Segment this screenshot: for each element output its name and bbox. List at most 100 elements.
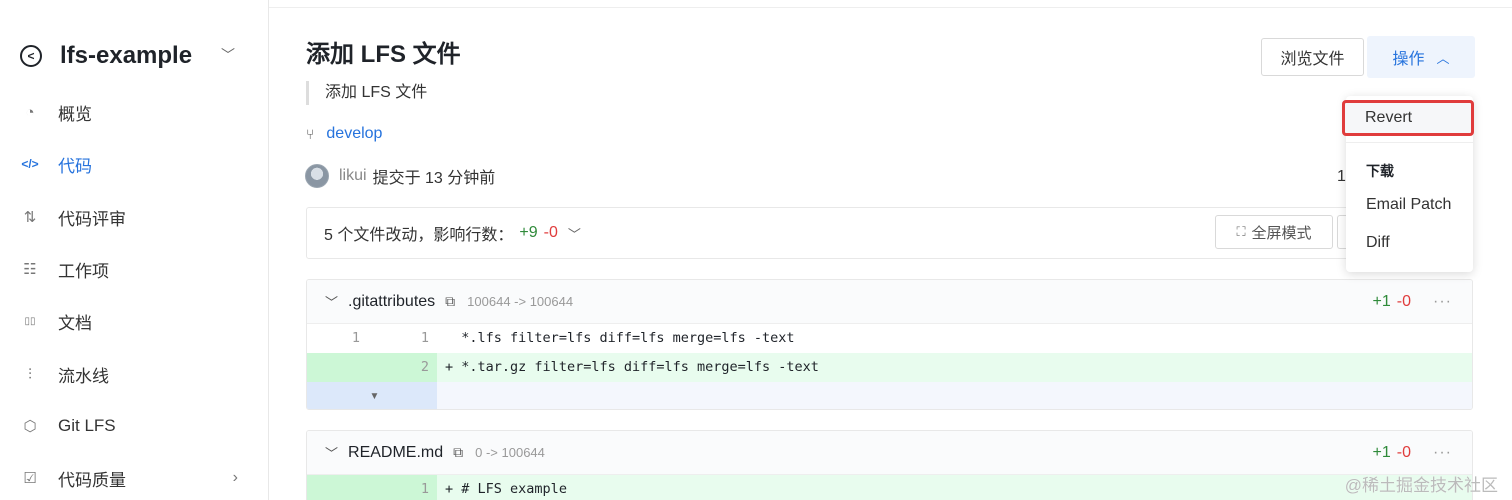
file-stats: +1 -0 ··· <box>1373 431 1452 475</box>
diff-menu-item[interactable]: Diff <box>1366 234 1390 252</box>
page-title: 添加 LFS 文件 <box>306 41 461 68</box>
diff-sign: + <box>445 481 454 497</box>
cube-icon: ⬡ <box>23 418 37 435</box>
branch-link[interactable]: ⑂ develop <box>306 125 382 143</box>
diff-code: + *.tar.gz filter=lfs diff=lfs merge=lfs… <box>437 353 1472 382</box>
sidebar-item-docs[interactable]: ▯▯ 文档 <box>0 299 268 343</box>
repo-switcher[interactable]: < lfs-example ﹀ <box>20 36 245 76</box>
sidebar-item-git-lfs[interactable]: ⬡ Git LFS <box>0 404 268 448</box>
commit-hash-partial: 1 <box>1337 168 1346 185</box>
new-line-number: 2 <box>372 353 437 382</box>
diff-line: 1 1 *.lfs filter=lfs diff=lfs merge=lfs … <box>307 324 1472 353</box>
dashboard-icon: ◔ <box>25 103 35 121</box>
expand-spacer <box>437 382 1472 409</box>
expand-lines-row[interactable]: ▼ <box>307 382 1472 409</box>
sidebar-item-code-review[interactable]: ⇅ 代码评审 <box>0 195 268 239</box>
download-heading: 下载 <box>1366 163 1394 179</box>
more-icon[interactable]: ··· <box>1433 293 1452 311</box>
chevron-right-icon[interactable]: › <box>233 469 238 487</box>
summary-additions: +9 <box>519 224 538 241</box>
chevron-down-icon[interactable]: ﹀ <box>325 443 338 462</box>
file-mode: 0 -> 100644 <box>475 445 545 460</box>
file-stats: +1 -0 ··· <box>1373 280 1452 324</box>
expand-down-icon[interactable]: ▼ <box>307 382 437 409</box>
file-header[interactable]: ﹀ .gitattributes ⧉ 100644 -> 100644 +1 -… <box>307 280 1472 324</box>
watermark: @稀土掘金技术社区 <box>1344 476 1498 495</box>
sidebar-item-label: 代码评审 <box>58 209 126 229</box>
new-line-number: 1 <box>420 330 429 346</box>
file-additions: +1 <box>1372 293 1391 310</box>
sidebar-item-label: Git LFS <box>58 416 116 435</box>
chevron-down-icon[interactable]: ﹀ <box>325 292 338 311</box>
sidebar-item-label: 流水线 <box>58 366 109 386</box>
repo-name: lfs-example <box>60 42 193 69</box>
sidebar: < lfs-example ﹀ ◔ 概览 </> 代码 ⇅ 代码评审 ☷ 工作项… <box>0 0 269 500</box>
old-line-number <box>307 353 372 382</box>
copy-icon[interactable]: ⧉ <box>453 444 463 461</box>
file-additions: +1 <box>1372 444 1391 461</box>
file-mode: 100644 -> 100644 <box>467 294 574 309</box>
old-line-number <box>307 475 372 500</box>
actions-button[interactable]: 操作 ︿ <box>1367 36 1475 78</box>
actions-dropdown: Revert 下载 Email Patch Diff <box>1342 96 1474 272</box>
pipeline-icon: ⫶ <box>28 365 32 383</box>
sidebar-item-code[interactable]: </> 代码 <box>0 142 268 186</box>
chevron-up-icon: ︿ <box>1436 50 1450 66</box>
work-items-icon: ☷ <box>23 261 37 278</box>
diff-line-added: 2 + *.tar.gz filter=lfs diff=lfs merge=l… <box>307 353 1472 382</box>
menu-divider <box>1346 142 1473 143</box>
commit-author: likui 提交于 13 分钟前 <box>305 164 495 188</box>
diff-text: *.lfs filter=lfs diff=lfs merge=lfs -tex… <box>461 330 795 346</box>
diff-sign: + <box>445 359 454 375</box>
quality-icon: ☑ <box>23 470 37 487</box>
diff-code: *.lfs filter=lfs diff=lfs merge=lfs -tex… <box>437 324 1472 353</box>
sidebar-item-pipeline[interactable]: ⫶ 流水线 <box>0 352 268 396</box>
branch-name[interactable]: develop <box>326 125 382 143</box>
browse-files-button[interactable]: 浏览文件 <box>1261 38 1364 76</box>
summary-deletions: -0 <box>543 224 558 241</box>
sidebar-item-label: 工作项 <box>58 261 109 281</box>
copy-icon[interactable]: ⧉ <box>445 293 455 310</box>
chevron-down-icon[interactable]: ﹀ <box>221 45 235 65</box>
branch-icon: ⑂ <box>306 126 315 142</box>
diff-line-added: 1 + # LFS example <box>307 475 1472 500</box>
sidebar-item-label: 文档 <box>58 313 92 333</box>
merge-request-icon: ⇅ <box>23 209 37 226</box>
new-line-number: 1 <box>372 475 437 500</box>
fullscreen-icon: ⛶ <box>1236 224 1246 239</box>
sidebar-item-label: 代码质量 <box>58 470 126 490</box>
avatar[interactable] <box>305 164 329 188</box>
commit-message: 添加 LFS 文件 <box>306 81 427 105</box>
fullscreen-label: 全屏模式 <box>1251 224 1312 242</box>
file-header[interactable]: ﹀ README.md ⧉ 0 -> 100644 +1 -0 ··· <box>307 431 1472 475</box>
diff-text: *.tar.gz filter=lfs diff=lfs merge=lfs -… <box>461 359 819 375</box>
top-border <box>269 0 1512 8</box>
code-icon: </> <box>21 157 39 171</box>
diff-sign <box>445 330 453 346</box>
diff-text: # LFS example <box>461 481 567 497</box>
actions-label: 操作 <box>1392 51 1425 68</box>
file-diff-card: ﹀ .gitattributes ⧉ 100644 -> 100644 +1 -… <box>306 279 1473 410</box>
file-deletions: -0 <box>1396 444 1412 461</box>
old-line-number: 1 <box>351 330 360 346</box>
email-patch-menu-item[interactable]: Email Patch <box>1366 196 1451 214</box>
diff-summary-bar: 5 个文件改动，影响行数： +9 -0 ﹀ <box>306 207 1366 259</box>
summary-text: 5 个文件改动，影响行数： <box>324 227 514 244</box>
sidebar-item-code-quality[interactable]: ☑ 代码质量 › <box>0 456 268 500</box>
sidebar-item-label: 代码 <box>58 156 92 176</box>
author-name[interactable]: likui <box>339 167 367 185</box>
file-deletions: -0 <box>1396 293 1412 310</box>
revert-menu-item[interactable]: Revert <box>1342 100 1474 136</box>
sidebar-item-label: 概览 <box>58 104 92 124</box>
commit-time: 提交于 13 分钟前 <box>372 170 496 187</box>
file-name[interactable]: .gitattributes <box>348 293 435 311</box>
diff-code: + # LFS example <box>437 475 1472 500</box>
sidebar-item-overview[interactable]: ◔ 概览 <box>0 90 268 134</box>
sidebar-item-work-items[interactable]: ☷ 工作项 <box>0 247 268 291</box>
back-icon[interactable]: < <box>20 45 42 67</box>
chevron-down-icon[interactable]: ﹀ <box>568 224 581 243</box>
more-icon[interactable]: ··· <box>1433 444 1452 462</box>
file-name[interactable]: README.md <box>348 444 443 462</box>
book-icon: ▯▯ <box>24 315 36 327</box>
fullscreen-button[interactable]: ⛶ 全屏模式 <box>1215 215 1333 249</box>
